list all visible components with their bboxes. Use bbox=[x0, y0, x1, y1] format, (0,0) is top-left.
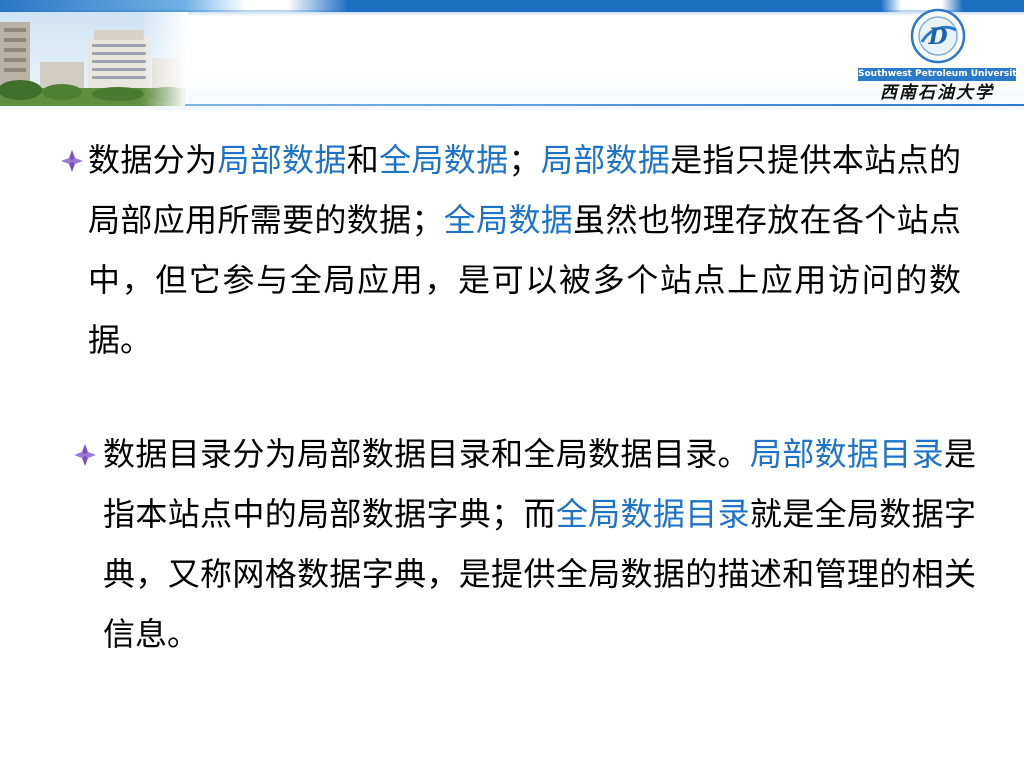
highlight-global-data: 全局数据 bbox=[443, 201, 574, 239]
highlight-global-data: 全局数据 bbox=[379, 141, 509, 179]
text-segment: 数据分为 bbox=[88, 141, 218, 179]
text-segment: ； bbox=[508, 141, 541, 179]
text-segment: 数据目录分为局部数据目录和全局数据目录。 bbox=[103, 435, 750, 473]
diamond-bullet-icon bbox=[61, 150, 83, 172]
text-segment: 和 bbox=[346, 141, 380, 179]
header-rule bbox=[185, 104, 1024, 106]
slide-header: D Southwest Petroleum University 西南石油大学 bbox=[0, 0, 1024, 110]
highlight-local-data-directory: 局部数据目录 bbox=[749, 435, 944, 473]
university-name-chinese: 西南石油大学 bbox=[880, 83, 994, 103]
university-logo: D Southwest Petroleum University 西南石油大学 bbox=[854, 8, 1020, 104]
highlight-global-data-directory: 全局数据目录 bbox=[555, 495, 750, 533]
highlight-local-data: 局部数据 bbox=[217, 141, 347, 179]
emblem-letter: D bbox=[927, 24, 947, 50]
paragraph-data-definition: 数据分为局部数据和全局数据；局部数据是指只提供本站点的局部应用所需要的数据；全局… bbox=[88, 130, 961, 370]
highlight-local-data: 局部数据 bbox=[540, 141, 671, 179]
paragraph-data-directory: 数据目录分为局部数据目录和全局数据目录。局部数据目录是指本站点中的局部数据字典；… bbox=[103, 424, 976, 664]
university-emblem-icon: D bbox=[910, 8, 966, 64]
diamond-bullet-icon bbox=[74, 444, 96, 466]
campus-photo bbox=[0, 12, 188, 106]
university-name-english: Southwest Petroleum University bbox=[858, 68, 1016, 81]
